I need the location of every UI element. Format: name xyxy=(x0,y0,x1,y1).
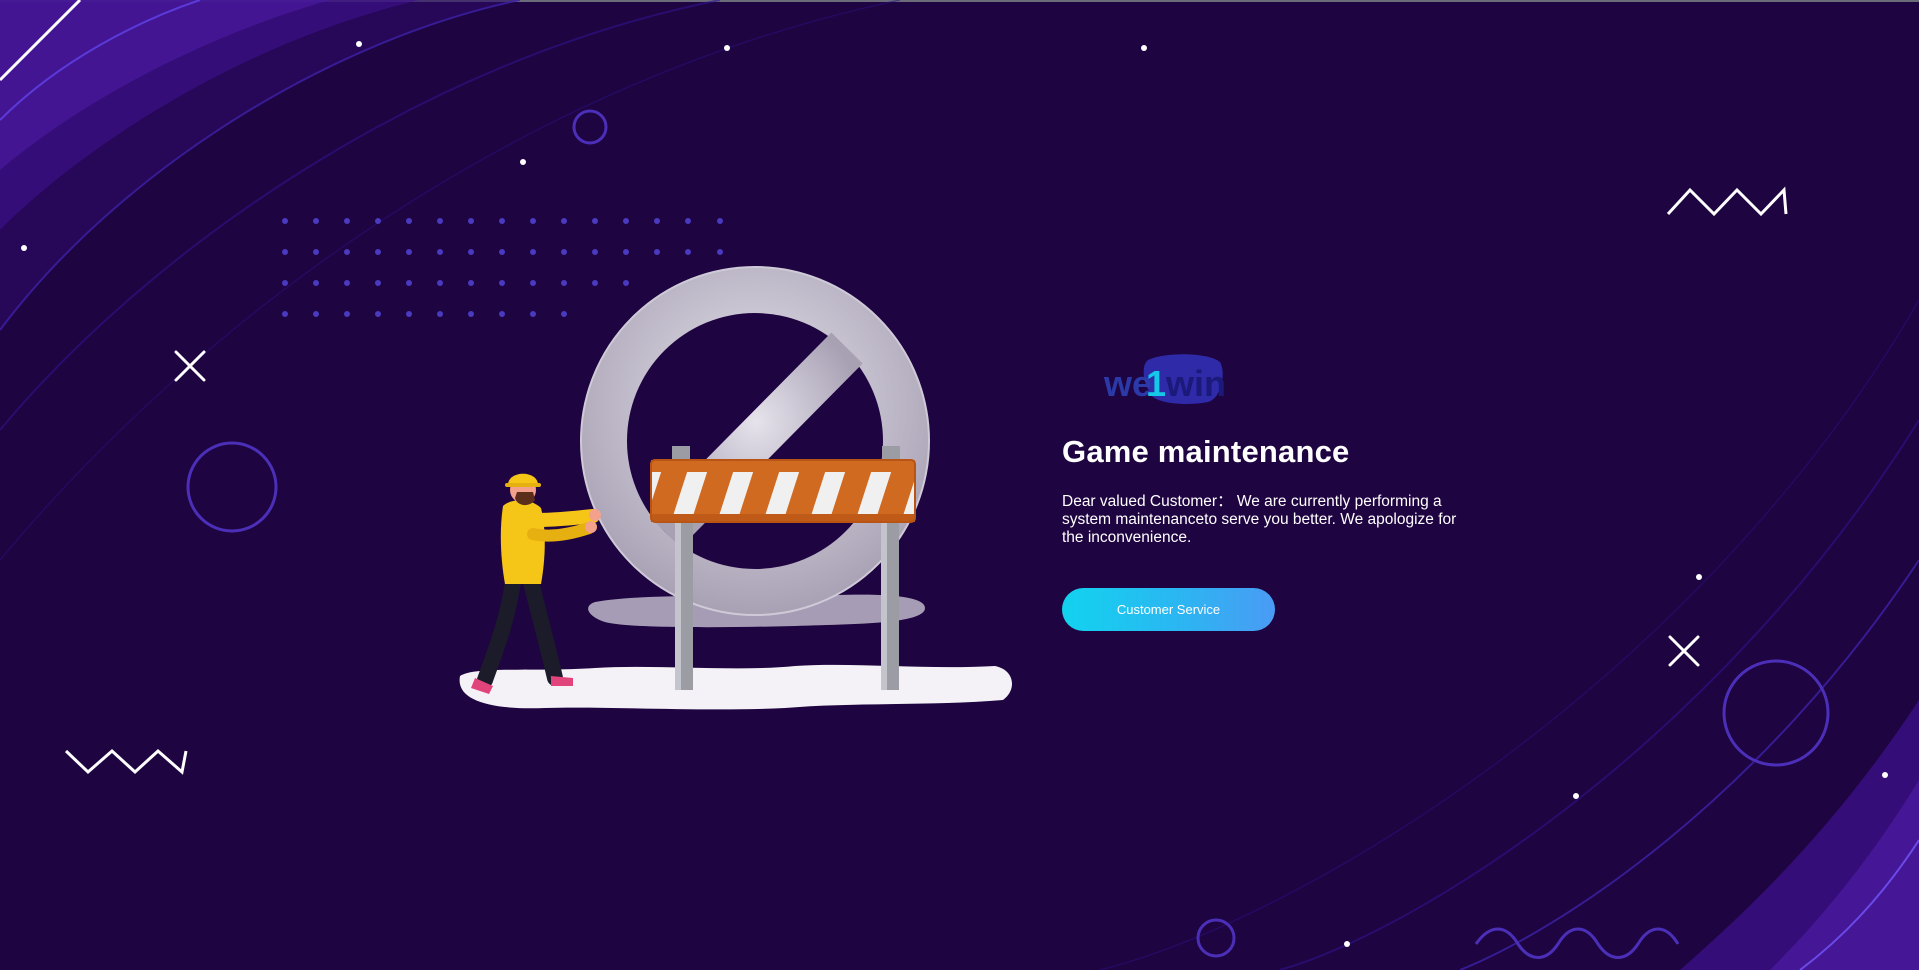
customer-service-button[interactable]: Customer Service xyxy=(1062,588,1275,631)
we1win-logo-icon: we 1 win xyxy=(1104,354,1224,404)
logo-text-prefix: we xyxy=(1104,363,1152,404)
maintenance-page: we 1 win Game maintenance Dear valued Cu… xyxy=(0,0,1919,970)
logo-text-digit: 1 xyxy=(1146,363,1166,404)
page-title: Game maintenance xyxy=(1062,434,1350,469)
worker-figure xyxy=(471,473,601,694)
maintenance-message: Dear valued Customer： We are currently p… xyxy=(1062,493,1457,546)
maintenance-worker-barrier-illustration xyxy=(459,266,1013,710)
logo-text-suffix: win xyxy=(1165,363,1224,404)
